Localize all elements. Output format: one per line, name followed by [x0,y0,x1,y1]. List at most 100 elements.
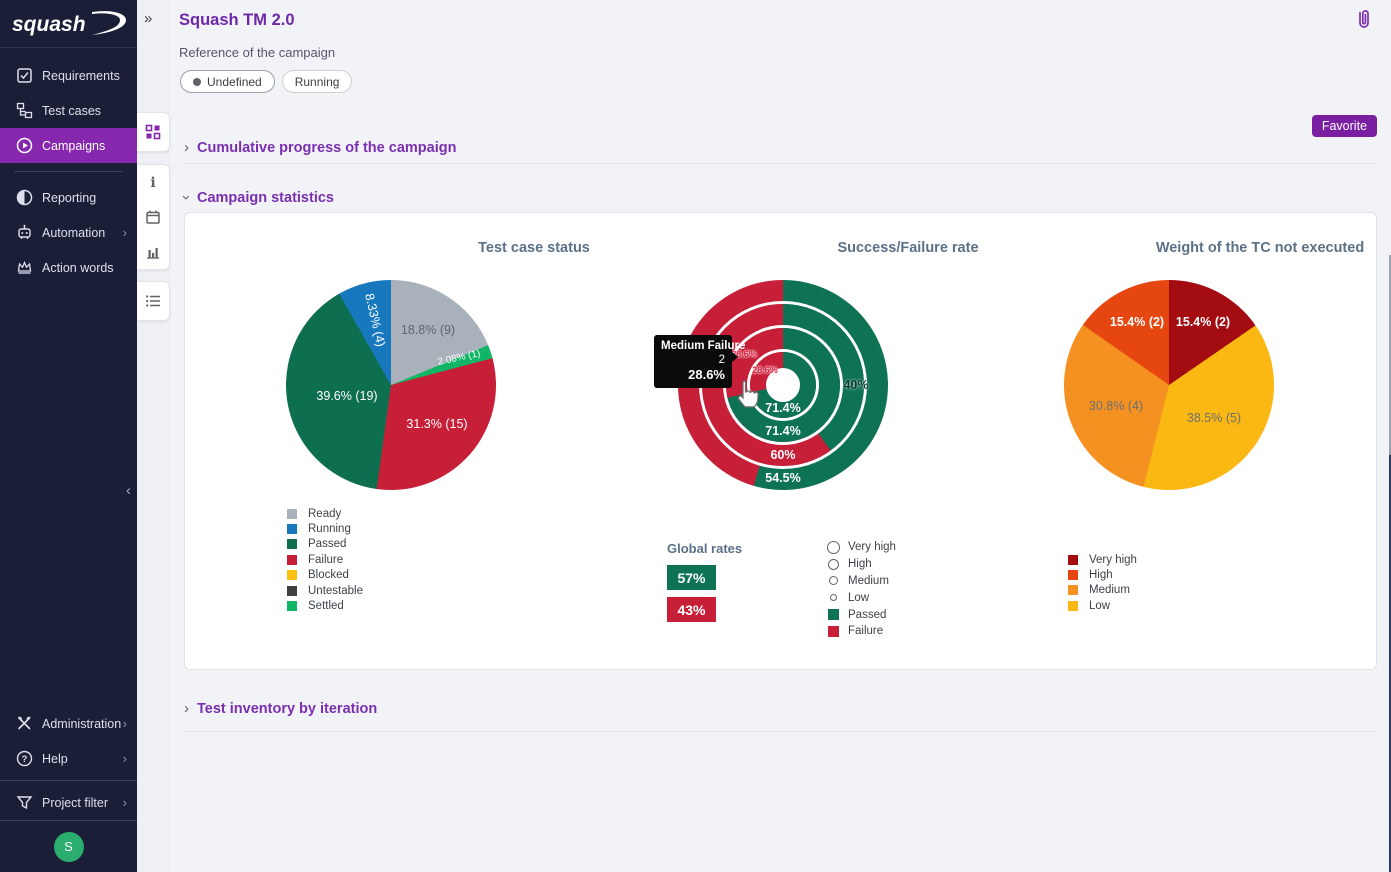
pie-slice-label-failure: 31.3% (15) [406,417,467,431]
chevron-down-icon: › [178,195,195,200]
ring-size-icon [827,541,840,554]
legend-label: Low [848,592,869,604]
chart-title-test-case-status: Test case status [478,240,590,256]
automation-icon [16,224,33,241]
legend-label: High [1089,569,1113,581]
legend-swatch [287,601,297,611]
legend-label: Medium [1089,584,1130,596]
legend-swatch [287,539,297,549]
legend-swatch [1068,585,1078,595]
sidebar-item-requirements[interactable]: Requirements [0,58,137,93]
section-cumulative-progress[interactable]: › Cumulative progress of the campaign [184,139,456,156]
status-chip-running[interactable]: Running [282,70,353,93]
tooltip-count: 2 [661,354,725,368]
status-chip-undefined[interactable]: Undefined [180,70,275,93]
legend-label: Very high [848,541,896,553]
chevron-right-icon: › [184,139,189,156]
legend-item-untestable: Untestable [287,583,363,598]
legend-swatch [287,555,297,565]
rail-expand-button[interactable]: » [144,10,150,27]
legend-label: Very high [1089,554,1137,566]
requirements-icon [16,67,33,84]
favorite-button[interactable]: Favorite [1312,115,1377,137]
chevron-right-icon: › [123,795,127,810]
legend-item-blocked: Blocked [287,568,363,583]
chip-label: Running [295,75,340,89]
test-case-status-pie[interactable]: 18.8% (9) 8.33% (4) 2.08% (1) 31.3% (15)… [286,280,496,490]
dashboard-grid-icon[interactable] [137,115,170,149]
success-failure-sunburst[interactable]: 71.4% 71.4% 60% 54.5% 40% 28.6% 28.6% 45… [678,280,888,490]
attachment-paperclip-icon[interactable] [1355,8,1373,37]
sidebar-item-test-cases[interactable]: Test cases [0,93,137,128]
ring-size-icon [828,559,839,570]
sidebar-item-automation[interactable]: Automation › [0,215,137,250]
ring-label-low-passed: 71.4% [765,401,800,415]
test-cases-icon [16,102,33,119]
sidebar-item-help[interactable]: ? Help › [0,741,137,776]
legend-item-very-high: Very high [1068,552,1137,567]
sidebar-item-project-filter[interactable]: Project filter › [0,785,137,820]
ring-label-low-failure: 28.6% [752,365,778,375]
chart-tooltip: Medium Failure 2 28.6% [654,335,732,388]
sunburst-center-hole [769,371,797,399]
success-failure-legend: Very high High Medium Low Passed Failure [826,539,896,640]
sidebar-item-reporting[interactable]: Reporting [0,180,137,215]
section-title: Test inventory by iteration [197,701,377,717]
section-title: Campaign statistics [197,190,334,206]
legend-label: Low [1089,600,1110,612]
administration-icon [16,715,33,732]
legend-item-failure: Failure [826,623,896,640]
legend-label: Running [308,523,351,535]
legend-item-low: Low [826,589,896,606]
sidebar-divider [14,171,123,172]
section-divider [184,163,1377,164]
chevron-right-icon: › [184,700,189,717]
chart-title-success-failure-rate: Success/Failure rate [837,240,978,256]
section-test-inventory[interactable]: › Test inventory by iteration [184,700,377,717]
rail-tab-dashboard-card [137,112,170,152]
legend-item-medium: Medium [826,573,896,590]
legend-label: High [848,558,872,570]
list-icon[interactable] [137,284,170,318]
legend-swatch [1068,601,1078,611]
sidebar-item-action-words[interactable]: Action words [0,250,137,285]
sidebar-collapse-chevron[interactable]: ‹ [126,482,131,499]
pie-slice-label-running: 8.33% (4) [362,292,388,348]
legend-swatch [287,586,297,596]
legend-item-passed: Passed [287,537,363,552]
info-icon[interactable]: i [137,165,170,199]
chevron-right-icon: › [123,225,127,240]
legend-label: Passed [308,538,346,550]
chevron-right-icon: › [123,716,127,731]
pie-slice-label-settled: 2.08% (1) [437,348,482,368]
legend-label: Failure [308,554,343,566]
legend-swatch [287,509,297,519]
avatar[interactable]: S [54,832,84,862]
global-passed-rate-badge: 57% [667,565,716,590]
weight-tc-pie[interactable]: 15.4% (2) 15.4% (2) 30.8% (4) 38.5% (5) [1064,280,1274,490]
page-subtitle: Reference of the campaign [179,45,335,60]
sidebar: squash Requirements Test cases [0,0,137,872]
pie-slice-label-low: 38.5% (5) [1187,411,1241,425]
chip-label: Undefined [207,75,262,89]
squash-logo[interactable]: squash [0,0,137,48]
pie-slice-label-medium: 30.8% (4) [1089,399,1143,413]
sidebar-item-label: Automation [42,226,105,240]
section-campaign-statistics[interactable]: › Campaign statistics [184,189,334,206]
calendar-icon[interactable] [137,200,170,234]
squash-logo-icon: squash [8,7,130,41]
bar-chart-icon[interactable] [137,235,170,269]
project-filter-icon [16,794,33,811]
sidebar-item-label: Reporting [42,191,96,205]
legend-label: Failure [848,625,883,637]
sidebar-item-administration[interactable]: Administration › [0,706,137,741]
sidebar-bottom-nav: Administration › ? Help › Project filter… [0,706,137,872]
sidebar-item-label: Help [42,752,68,766]
test-case-status-legend: Ready Running Passed Failure Blocked Unt… [287,506,363,614]
sidebar-item-campaigns[interactable]: Campaigns [0,128,137,163]
sidebar-item-label: Administration [42,717,121,731]
legend-item-failure: Failure [287,552,363,567]
sidebar-divider [0,780,137,781]
legend-item-very-high: Very high [826,539,896,556]
legend-label: Ready [308,508,341,520]
